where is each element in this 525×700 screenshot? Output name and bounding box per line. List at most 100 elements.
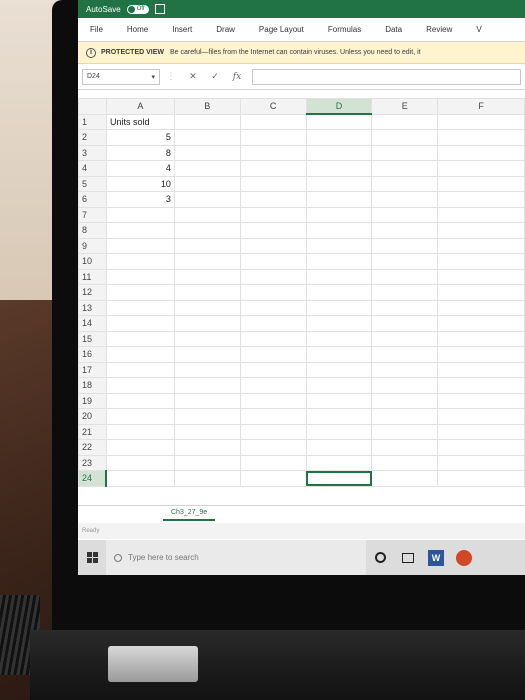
row-header[interactable]: 13 (78, 299, 107, 316)
cell-c14[interactable] (239, 315, 307, 332)
cell-a7[interactable] (105, 206, 175, 223)
cell-f1[interactable] (437, 113, 525, 130)
cell-d9[interactable] (305, 237, 373, 254)
cell-e9[interactable] (371, 237, 439, 254)
cell-c7[interactable] (239, 206, 307, 223)
cell-f9[interactable] (437, 237, 525, 254)
cell-f14[interactable] (437, 315, 525, 332)
cell-c12[interactable] (239, 284, 307, 301)
cell-d5[interactable] (305, 175, 373, 192)
cell-a16[interactable] (105, 346, 175, 363)
row-header[interactable]: 16 (78, 346, 107, 363)
cell-e8[interactable] (371, 222, 439, 239)
cell-f4[interactable] (437, 160, 525, 177)
row-header[interactable]: 21 (78, 423, 107, 440)
cell-c8[interactable] (239, 222, 307, 239)
row-header[interactable]: 5 (78, 175, 107, 192)
cell-f17[interactable] (437, 361, 525, 378)
cell-c2[interactable] (239, 129, 307, 146)
cell-a23[interactable] (105, 454, 175, 471)
cell-b16[interactable] (173, 346, 241, 363)
column-header-c[interactable]: C (239, 98, 307, 115)
cell-f19[interactable] (437, 392, 525, 409)
column-header-a[interactable]: A (105, 98, 175, 115)
cell-a2[interactable]: 5 (105, 129, 175, 146)
cell-a15[interactable] (105, 330, 175, 347)
cell-a6[interactable]: 3 (105, 191, 175, 208)
cell-d19[interactable] (305, 392, 373, 409)
cell-f5[interactable] (437, 175, 525, 192)
row-header[interactable]: 15 (78, 330, 107, 347)
cell-d3[interactable] (305, 144, 373, 161)
column-header-d[interactable]: D (305, 98, 373, 115)
ribbon-tab-data[interactable]: Data (373, 25, 414, 34)
cell-e17[interactable] (371, 361, 439, 378)
ribbon-tab-page-layout[interactable]: Page Layout (247, 25, 316, 34)
cell-f10[interactable] (437, 253, 525, 270)
cell-d8[interactable] (305, 222, 373, 239)
cell-c23[interactable] (239, 454, 307, 471)
cell-b1[interactable] (173, 113, 241, 130)
cell-b3[interactable] (173, 144, 241, 161)
cell-b23[interactable] (173, 454, 241, 471)
cell-d21[interactable] (305, 423, 373, 440)
cell-c11[interactable] (239, 268, 307, 285)
cell-e16[interactable] (371, 346, 439, 363)
row-header[interactable]: 20 (78, 408, 107, 425)
cell-c1[interactable] (239, 113, 307, 130)
cell-b11[interactable] (173, 268, 241, 285)
cell-b22[interactable] (173, 439, 241, 456)
cell-b18[interactable] (173, 377, 241, 394)
cell-d14[interactable] (305, 315, 373, 332)
cell-b7[interactable] (173, 206, 241, 223)
select-all-corner[interactable] (78, 98, 107, 115)
row-header[interactable]: 4 (78, 160, 107, 177)
word-button[interactable]: W (422, 540, 450, 575)
row-header[interactable]: 3 (78, 144, 107, 161)
cell-a19[interactable] (105, 392, 175, 409)
cell-e21[interactable] (371, 423, 439, 440)
formula-input[interactable] (252, 68, 521, 85)
cell-d13[interactable] (305, 299, 373, 316)
enter-icon[interactable]: ✓ (204, 71, 226, 82)
cortana-button[interactable] (366, 540, 394, 575)
taskbar-search[interactable]: Type here to search (106, 540, 366, 575)
more-options-icon[interactable]: ⋮ (160, 71, 182, 82)
cell-a3[interactable]: 8 (105, 144, 175, 161)
cell-f18[interactable] (437, 377, 525, 394)
cell-b24[interactable] (173, 470, 241, 487)
row-header[interactable]: 14 (78, 315, 107, 332)
row-header[interactable]: 8 (78, 222, 107, 239)
cell-d20[interactable] (305, 408, 373, 425)
row-header[interactable]: 11 (78, 268, 107, 285)
sheet-tab[interactable]: Ch3_27_9e (163, 506, 216, 521)
cell-b5[interactable] (173, 175, 241, 192)
cell-a5[interactable]: 10 (105, 175, 175, 192)
cell-b20[interactable] (173, 408, 241, 425)
cell-d7[interactable] (305, 206, 373, 223)
cell-e2[interactable] (371, 129, 439, 146)
insert-function-button[interactable]: fx (226, 72, 248, 82)
cell-f23[interactable] (437, 454, 525, 471)
cell-f24[interactable] (437, 470, 525, 487)
cell-f16[interactable] (437, 346, 525, 363)
cell-e23[interactable] (371, 454, 439, 471)
cell-f8[interactable] (437, 222, 525, 239)
cell-d2[interactable] (305, 129, 373, 146)
cell-d22[interactable] (305, 439, 373, 456)
cell-e6[interactable] (371, 191, 439, 208)
ribbon-tab-formulas[interactable]: Formulas (316, 25, 373, 34)
cell-a17[interactable] (105, 361, 175, 378)
row-header[interactable]: 10 (78, 253, 107, 270)
cell-d17[interactable] (305, 361, 373, 378)
cell-d10[interactable] (305, 253, 373, 270)
cancel-icon[interactable]: ✕ (182, 71, 204, 82)
cell-b13[interactable] (173, 299, 241, 316)
column-header-e[interactable]: E (371, 98, 439, 115)
cell-f20[interactable] (437, 408, 525, 425)
row-header[interactable]: 9 (78, 237, 107, 254)
cell-d12[interactable] (305, 284, 373, 301)
row-header[interactable]: 19 (78, 392, 107, 409)
cell-e7[interactable] (371, 206, 439, 223)
cell-a9[interactable] (105, 237, 175, 254)
